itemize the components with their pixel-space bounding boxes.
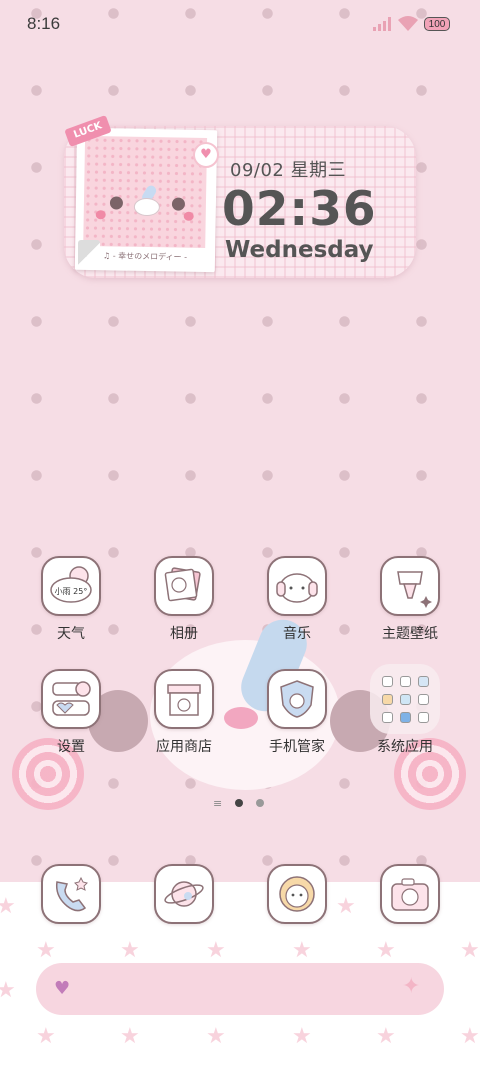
app-label: 手机管家 [269,739,325,755]
app-label: 相册 [170,626,198,642]
star-decor-icon: ★ [376,938,396,963]
mini-app-icon [400,676,411,687]
app-label: 应用商店 [156,739,212,755]
heart-badge-icon: ♥ [193,142,219,168]
mini-app-icon [382,676,393,687]
face-cheek-right [183,211,194,221]
star-decor-icon: ★ [376,1024,396,1049]
widget-weekday: Wednesday [225,237,374,263]
star-decor-icon: ★ [36,938,56,963]
settings-icon[interactable] [41,669,101,729]
album-icon[interactable] [154,556,214,616]
sparkle-icon: ✦ [402,974,421,999]
app-system-folder[interactable]: 系统应用 [360,664,450,756]
lion-face-icon [279,876,315,912]
battery-icon: 100 [424,17,450,31]
cloud-sun-icon: 小雨 25° [50,566,92,603]
app-settings[interactable]: 设置 [26,669,116,756]
star-decor-icon: ★ [120,938,140,963]
mini-app-icon [382,694,393,705]
widget-caption: ♫ - 幸せのメロディー - [102,251,188,262]
star-decor-icon: ★ [0,978,16,1003]
status-time: 8:16 [27,14,61,33]
app-theme[interactable]: 主题壁纸 [365,556,455,643]
widget-date: 09/02 星期三 [230,160,347,181]
face-eye-right [171,197,186,211]
star-decor-icon: ★ [460,938,480,963]
dock-phone[interactable] [26,864,116,924]
star-decor-icon: ★ [120,1024,140,1049]
face-cheek-left [95,210,106,220]
menu-lines-icon: ≡ [213,797,223,810]
app-phone-manager[interactable]: 手机管家 [252,669,342,756]
app-music[interactable]: 音乐 [252,556,342,643]
signal-icon [373,17,391,31]
app-label: 音乐 [283,626,311,642]
star-decor-icon: ★ [36,1024,56,1049]
face-eye-left [109,196,124,210]
app-label: 天气 [57,626,85,642]
search-bar[interactable] [36,963,444,1015]
star-decor-icon: ★ [0,894,16,919]
dock-browser[interactable] [139,864,229,924]
music-icon[interactable] [267,556,327,616]
toggle-heart-icon [52,681,91,716]
browser-icon[interactable] [154,864,214,924]
app-weather[interactable]: 小雨 25° 天气 [26,556,116,643]
mini-app-icon [418,694,429,705]
mini-app-icon [400,694,411,705]
mini-app-icon [418,712,429,723]
messages-icon[interactable] [267,864,327,924]
app-label: 系统应用 [377,739,433,755]
camera-cat-icon [391,878,429,911]
page-dot-active[interactable] [235,799,243,807]
app-store[interactable]: 应用商店 [139,669,229,756]
app-label: 设置 [57,739,85,755]
mini-app-icon [418,676,429,687]
folder-icon[interactable] [370,664,440,734]
star-decor-icon: ★ [292,938,312,963]
paper-fold [78,240,100,268]
app-label: 主题壁纸 [382,626,438,642]
widget-photo [83,135,208,249]
phone-manager-icon[interactable] [267,669,327,729]
headphones-bear-icon [276,573,318,603]
widget-time: 02:36 [222,182,377,237]
star-decor-icon: ★ [460,1024,480,1049]
brush-icon [397,571,432,608]
theme-icon[interactable] [380,556,440,616]
app-album[interactable]: 相册 [139,556,229,643]
phone-icon[interactable] [41,864,101,924]
camera-icon[interactable] [380,864,440,924]
handset-icon [55,876,88,912]
photo-icon [164,567,201,602]
dock-camera[interactable] [365,864,455,924]
heart-icon: ♥ [54,978,71,999]
planet-icon [164,881,204,907]
star-decor-icon: ★ [206,938,226,963]
weather-icon[interactable]: 小雨 25° [41,556,101,616]
star-decor-icon: ★ [206,1024,226,1049]
mini-app-icon [382,712,393,723]
status-bar: 8:16 100 [0,0,480,50]
star-decor-icon: ★ [292,1024,312,1049]
wifi-icon [398,16,418,31]
mini-app-icon [400,712,411,723]
page-dot[interactable] [256,799,264,807]
face-mouth [133,197,161,217]
dock-messages[interactable] [252,864,342,924]
shop-icon [167,684,201,716]
shield-icon [280,680,314,718]
app-store-icon[interactable] [154,669,214,729]
weather-icon-text: 小雨 25° [55,587,88,596]
page-indicator[interactable]: ≡ [213,797,273,810]
